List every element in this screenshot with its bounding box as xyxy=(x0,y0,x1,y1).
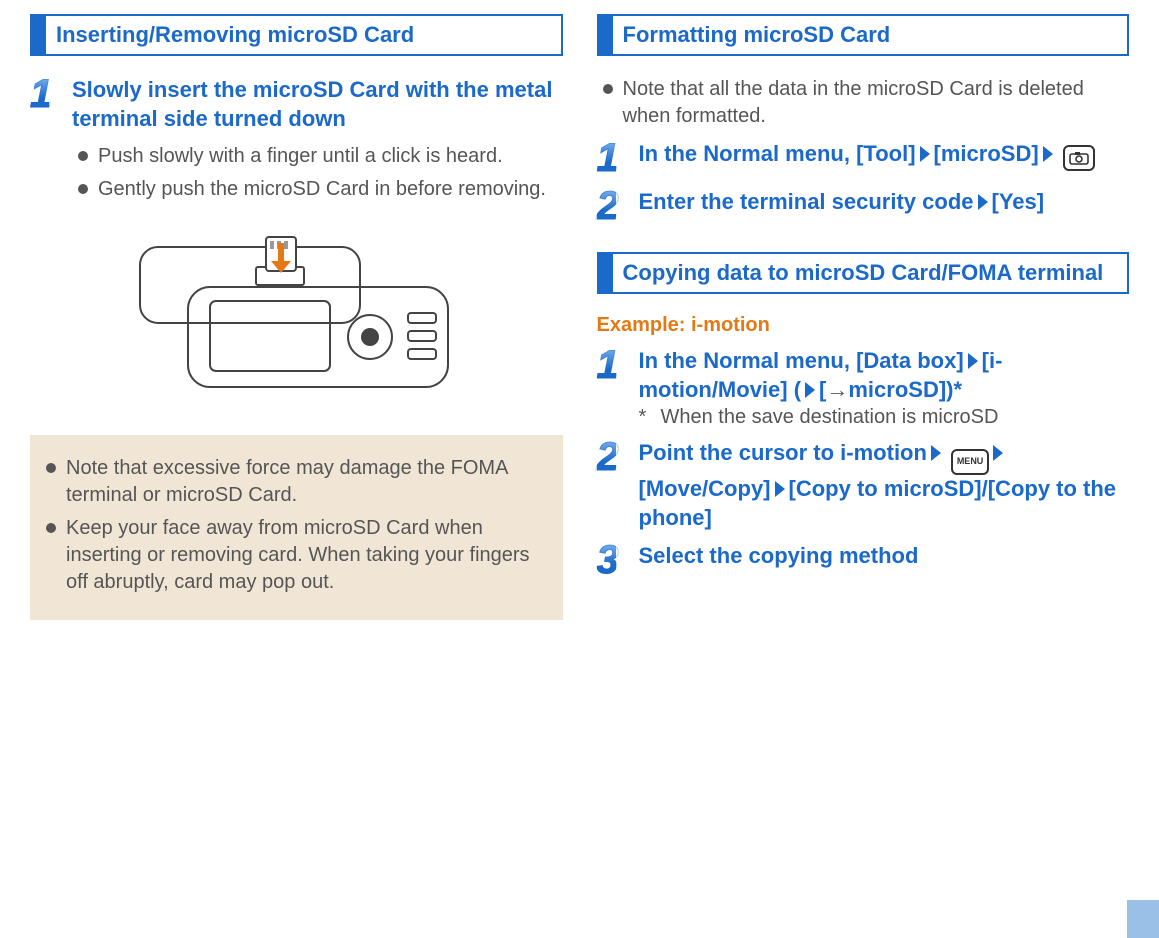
arrow-icon xyxy=(931,445,941,461)
arrow-icon xyxy=(993,445,1003,461)
example-label: Example: i-motion xyxy=(597,314,1130,337)
step-number: 1 xyxy=(597,138,639,178)
step-title: In the Normal menu, [Tool][microSD] xyxy=(639,140,1130,171)
arrow-icon xyxy=(805,382,815,398)
right-column: Formatting microSD Card Note that all th… xyxy=(597,10,1130,620)
phone-microsd-illustration xyxy=(70,227,510,417)
step-bullets: Push slowly with a finger until a click … xyxy=(72,143,563,203)
copy-step-3: 3 Select the copying method xyxy=(597,542,1130,580)
copy-step-2: 2 Point the cursor to i-motion MENU[Move… xyxy=(597,439,1130,532)
note-item: Keep your face away from microSD Card wh… xyxy=(40,515,553,596)
format-note-list: Note that all the data in the microSD Ca… xyxy=(597,76,1130,130)
step-title: Point the cursor to i-motion MENU[Move/C… xyxy=(639,439,1130,532)
step-title: In the Normal menu, [Data box][i-motion/… xyxy=(639,347,1130,404)
step-number: 1 xyxy=(597,345,639,385)
bullet-item: Push slowly with a finger until a click … xyxy=(72,143,563,170)
note-item: Note that excessive force may damage the… xyxy=(40,455,553,509)
step-number: 3 xyxy=(597,540,639,580)
left-column: Inserting/Removing microSD Card 1 Slowly… xyxy=(30,10,563,620)
step-insert-1: 1 Slowly insert the microSD Card with th… xyxy=(30,76,563,213)
arrow-icon xyxy=(968,353,978,369)
copy-step-1: 1 In the Normal menu, [Data box][i-motio… xyxy=(597,347,1130,429)
arrow-icon xyxy=(775,481,785,497)
arrow-icon xyxy=(978,194,988,210)
arrow-icon xyxy=(920,146,930,162)
menu-key-icon: MENU xyxy=(951,449,989,475)
step-title: Enter the terminal security code[Yes] xyxy=(639,188,1130,217)
format-step-1: 1 In the Normal menu, [Tool][microSD] xyxy=(597,140,1130,178)
step-number: 2 xyxy=(597,186,639,226)
format-step-2: 2 Enter the terminal security code[Yes] xyxy=(597,188,1130,226)
section-header-insert-remove: Inserting/Removing microSD Card xyxy=(30,14,563,56)
step-title: Select the copying method xyxy=(639,542,1130,571)
section-header-format: Formatting microSD Card xyxy=(597,14,1130,56)
camera-key-icon xyxy=(1063,145,1095,171)
step-title: Slowly insert the microSD Card with the … xyxy=(72,76,563,133)
to-arrow-icon: → xyxy=(826,376,848,405)
arrow-icon xyxy=(1043,146,1053,162)
page-corner-tab xyxy=(1127,900,1159,938)
bullet-item: Gently push the microSD Card in before r… xyxy=(72,176,563,203)
step-number: 2 xyxy=(597,437,639,477)
note-item: Note that all the data in the microSD Ca… xyxy=(597,76,1130,130)
section-header-copy: Copying data to microSD Card/FOMA termin… xyxy=(597,252,1130,294)
footnote: *When the save destination is microSD xyxy=(639,406,1130,429)
warning-note-box: Note that excessive force may damage the… xyxy=(30,435,563,620)
step-number: 1 xyxy=(30,74,72,114)
